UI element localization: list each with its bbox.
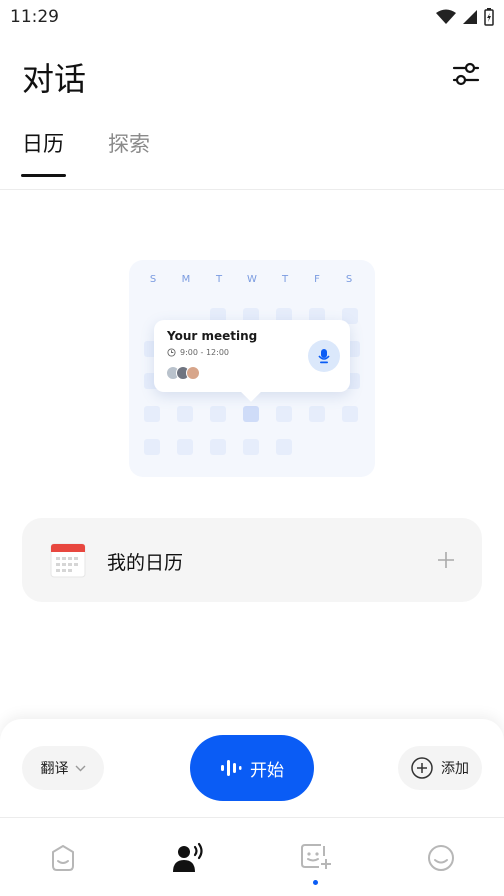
nav-emoji[interactable] <box>423 840 459 876</box>
wifi-icon <box>436 9 456 24</box>
translate-dropdown[interactable]: 翻译 <box>22 746 104 790</box>
calendar-icon <box>50 543 86 578</box>
attendee-avatars <box>166 366 200 380</box>
sliders-icon <box>452 62 480 86</box>
calendar-illustration: S M T W T F S Your meeting 9:00 - 12:00 <box>129 260 375 477</box>
avatar <box>186 366 200 380</box>
signal-icon <box>463 10 477 24</box>
tab-explore[interactable]: 探索 <box>108 128 150 158</box>
calendar-cell <box>309 406 325 422</box>
status-bar: 11:29 <box>0 0 504 34</box>
page-title: 对话 <box>22 60 87 98</box>
weekday-label: W <box>247 274 257 285</box>
weekday-label: T <box>215 274 223 285</box>
active-nav-dot <box>313 880 318 885</box>
bottom-panel: 翻译 开始 添加 <box>0 719 504 896</box>
calendar-cell <box>243 439 259 455</box>
calendar-cell <box>144 439 160 455</box>
voice-wave-icon <box>221 760 242 776</box>
clock-icon <box>167 348 176 357</box>
tab-calendar[interactable]: 日历 <box>22 128 64 158</box>
add-button[interactable]: 添加 <box>398 746 482 790</box>
plus-icon <box>438 552 454 568</box>
app-header: 对话 <box>0 48 504 102</box>
plus-circle-icon <box>411 757 433 779</box>
weekday-label: S <box>345 274 353 285</box>
nav-chat[interactable] <box>45 840 81 876</box>
nav-conversation[interactable] <box>171 840 207 876</box>
mic-badge <box>308 340 340 372</box>
weekday-label: S <box>149 274 157 285</box>
add-label: 添加 <box>441 761 469 777</box>
calendar-cell <box>276 406 292 422</box>
bottom-navigation <box>0 818 504 896</box>
calendar-cell <box>177 406 193 422</box>
my-calendar-label: 我的日历 <box>107 552 184 574</box>
calendar-cell <box>276 439 292 455</box>
calendar-cell <box>342 406 358 422</box>
weekday-label: T <box>281 274 289 285</box>
weekday-label: M <box>181 274 191 285</box>
weekday-label: F <box>314 274 320 285</box>
filter-settings-button[interactable] <box>450 58 482 90</box>
microphone-icon <box>318 349 330 364</box>
add-sticker-icon <box>301 844 331 869</box>
status-time: 11:29 <box>10 7 59 27</box>
voice-person-icon <box>173 842 203 872</box>
start-label: 开始 <box>250 760 284 781</box>
add-calendar-button[interactable] <box>430 544 462 576</box>
emoji-icon <box>428 845 454 871</box>
meeting-title: Your meeting <box>167 329 258 343</box>
calendar-cell <box>177 439 193 455</box>
smile-face-icon <box>52 845 74 871</box>
calendar-cell <box>144 406 160 422</box>
meeting-time-row: 9:00 - 12:00 <box>167 348 229 357</box>
meeting-card: Your meeting 9:00 - 12:00 <box>154 320 350 392</box>
translate-label: 翻译 <box>40 761 69 777</box>
meeting-time: 9:00 - 12:00 <box>180 348 229 357</box>
nav-sticker[interactable] <box>297 840 333 885</box>
status-icons <box>436 8 494 26</box>
start-button[interactable]: 开始 <box>190 735 314 801</box>
calendar-cell-highlighted <box>243 406 259 422</box>
battery-icon <box>484 8 494 26</box>
chevron-down-icon <box>75 765 85 771</box>
tab-bar: 日历 探索 <box>0 118 504 190</box>
calendar-cell <box>210 439 226 455</box>
active-tab-indicator <box>21 174 66 177</box>
my-calendar-row[interactable]: 我的日历 <box>22 518 482 602</box>
calendar-cell <box>210 406 226 422</box>
